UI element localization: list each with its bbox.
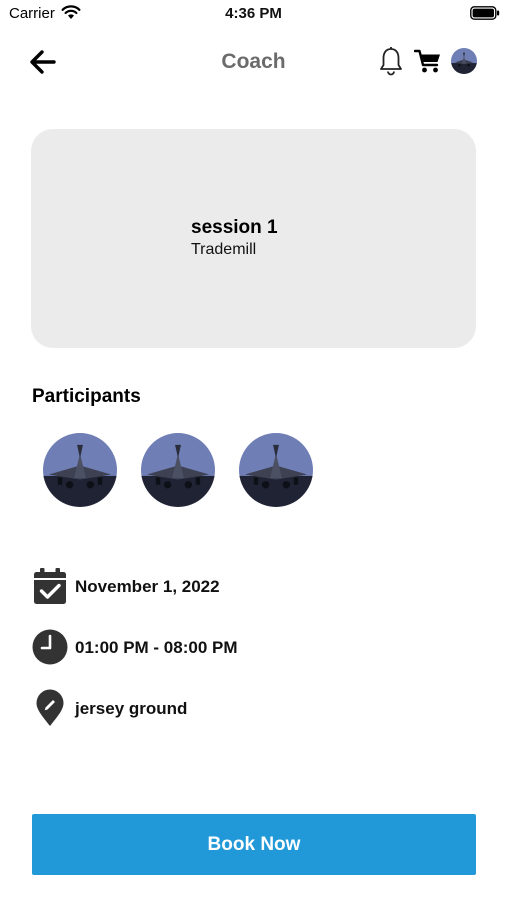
status-bar: Carrier 4:36 PM (0, 0, 507, 28)
session-card: session 1 Trademill (31, 129, 476, 348)
participant-jet-image (239, 433, 313, 507)
participant-jet-image (141, 433, 215, 507)
avatar-jet-image (451, 48, 477, 74)
status-time: 4:36 PM (225, 5, 282, 22)
session-location: jersey ground (75, 699, 188, 718)
session-date: November 1, 2022 (75, 577, 220, 596)
location-pin-icon (36, 689, 64, 726)
cart-icon[interactable] (414, 48, 442, 74)
calendar-check-icon (34, 568, 66, 604)
bell-icon[interactable] (378, 46, 404, 76)
participant-avatar[interactable] (239, 433, 313, 507)
profile-avatar[interactable] (451, 48, 477, 74)
clock-icon (32, 629, 68, 665)
participant-avatar[interactable] (141, 433, 215, 507)
book-now-button[interactable]: Book Now (32, 814, 476, 875)
session-time: 01:00 PM - 08:00 PM (75, 638, 238, 657)
battery-icon (470, 6, 500, 20)
participant-avatar[interactable] (43, 433, 117, 507)
session-title: session 1 (191, 217, 278, 238)
participant-jet-image (43, 433, 117, 507)
session-subtitle: Trademill (191, 241, 257, 258)
participants-heading: Participants (32, 386, 141, 407)
